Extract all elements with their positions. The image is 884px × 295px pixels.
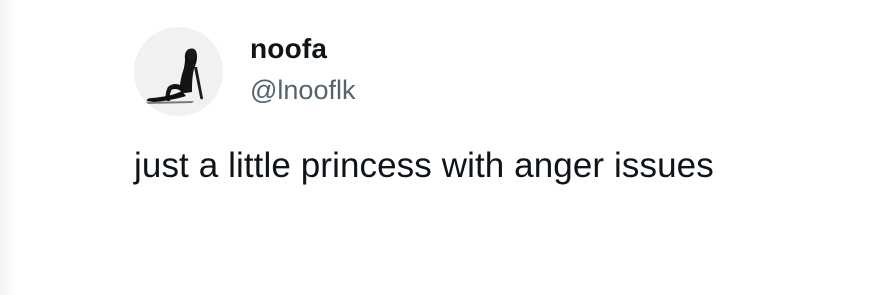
author-display-name[interactable]: noofa [250,32,327,66]
profile-photo-silhouette-icon [134,27,223,116]
author-handle[interactable]: @lnooflk [250,73,355,107]
avatar[interactable] [134,27,223,116]
tweet-text: just a little princess with anger issues [134,146,714,185]
tweet-card: noofa @lnooflk just a little princess wi… [0,0,884,295]
